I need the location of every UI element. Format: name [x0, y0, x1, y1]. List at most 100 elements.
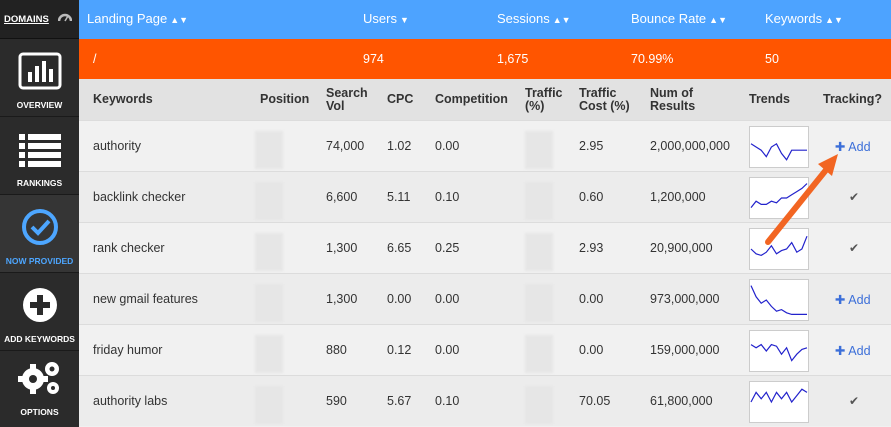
trend-line	[750, 142, 807, 161]
sidebar-item-add-keywords[interactable]: ADD KEYWORDS	[0, 273, 79, 351]
col-position[interactable]: Position	[260, 93, 309, 106]
keyword-text[interactable]: authority labs	[93, 394, 167, 408]
search-vol-value: 590	[326, 394, 347, 408]
num-results-value: 61,800,000	[650, 394, 713, 408]
position-value-blurred	[255, 335, 283, 373]
cpc-value: 5.67	[387, 394, 412, 408]
col-num-results[interactable]: Num of Results	[650, 87, 695, 113]
keyword-text[interactable]: backlink checker	[93, 190, 185, 204]
add-tracking-button[interactable]: ✚ Add	[835, 292, 871, 307]
search-vol-value: 880	[326, 343, 347, 357]
trend-line	[750, 343, 808, 362]
summary-sessions: 1,675	[497, 52, 529, 66]
sort-keywords[interactable]: Keywords ▲▼	[765, 11, 843, 26]
sidebar-item-overview[interactable]: OVERVIEW	[0, 39, 79, 117]
check-circle-icon	[21, 208, 59, 248]
dashboard-gauge-icon[interactable]	[57, 10, 73, 28]
header-label: Keywords	[765, 11, 823, 26]
table-row: authority 74,000 1.02 0.00 2.95 2,000,000,000…	[79, 120, 891, 171]
trend-line	[750, 285, 807, 316]
competition-value: 0.00	[435, 292, 460, 306]
sidebar: DOMAINS OVERVIEW RANKINGS NOW PROVIDED A…	[0, 0, 79, 427]
header-label: Landing Page	[87, 11, 168, 26]
sort-down-icon: ▼	[399, 15, 409, 25]
col-search-vol[interactable]: Search Vol	[326, 87, 368, 113]
table-row: authority labs 590 5.67 0.10 70.05 61,800,000…	[79, 375, 891, 426]
position-value-blurred	[255, 284, 283, 322]
landing-page-row[interactable]: / 974 1,675 70.99% 50	[79, 39, 891, 79]
traffic-cost-value: 2.95	[579, 139, 604, 153]
add-label: Add	[848, 140, 871, 154]
competition-value: 0.10	[435, 190, 460, 204]
add-tracking-button[interactable]: ✚ Add	[835, 343, 871, 358]
domains-link[interactable]: DOMAINS	[4, 14, 49, 25]
header-line: Vol	[326, 99, 345, 113]
traffic-cost-value: 0.00	[579, 343, 604, 357]
sort-both-icon: ▲▼	[709, 15, 727, 25]
header-label: Users	[363, 11, 397, 26]
col-trends: Trends	[749, 92, 790, 106]
trend-sparkline	[749, 177, 809, 219]
trend-sparkline	[749, 279, 809, 321]
num-results-value: 973,000,000	[650, 292, 720, 306]
plus-icon: ✚	[835, 293, 846, 307]
cpc-value: 5.11	[387, 190, 411, 204]
add-tracking-button[interactable]: ✚ Add	[835, 139, 871, 154]
sort-both-icon: ▲▼	[552, 15, 571, 25]
num-results-value: 2,000,000,000	[650, 139, 730, 153]
tracked-check-icon: ✔	[849, 394, 860, 408]
header-line: (%)	[525, 99, 545, 113]
header-line: Cost (%)	[579, 99, 630, 113]
sidebar-item-label: RANKINGS	[16, 178, 63, 188]
sort-bounce-rate[interactable]: Bounce Rate ▲▼	[631, 11, 727, 26]
trend-line	[750, 235, 808, 257]
traffic-value-blurred	[525, 386, 553, 424]
keyword-text[interactable]: rank checker	[93, 241, 165, 255]
traffic-value-blurred	[525, 233, 553, 271]
col-cpc[interactable]: CPC	[387, 93, 413, 106]
sidebar-item-options[interactable]: OPTIONS	[0, 351, 79, 423]
num-results-value: 159,000,000	[650, 343, 720, 357]
table-row: backlink checker 6,600 5.11 0.10 0.60 1,200,0…	[79, 171, 891, 222]
header-label: Sessions	[497, 11, 550, 26]
competition-value: 0.00	[435, 139, 460, 153]
trend-sparkline	[749, 126, 809, 168]
sort-users[interactable]: Users ▼	[363, 11, 409, 26]
competition-value: 0.10	[435, 394, 460, 408]
table-row: rank checker 1,300 6.65 0.25 2.93 20,900,000 ✔	[79, 222, 891, 273]
col-competition[interactable]: Competition	[435, 93, 508, 106]
add-label: Add	[848, 293, 871, 307]
plus-circle-icon	[21, 286, 59, 326]
trend-sparkline	[749, 381, 809, 423]
keyword-text[interactable]: friday humor	[93, 343, 162, 357]
traffic-cost-value: 0.00	[579, 292, 604, 306]
sidebar-item-label: NOW PROVIDED	[5, 256, 74, 266]
traffic-cost-value: 70.05	[579, 394, 611, 408]
col-keywords[interactable]: Keywords	[93, 93, 153, 106]
sidebar-item-rankings[interactable]: RANKINGS	[0, 117, 79, 195]
summary-keywords: 50	[765, 52, 779, 66]
plus-icon: ✚	[835, 140, 846, 154]
table-row: new gmail features 1,300 0.00 0.00 0.00 973,0…	[79, 273, 891, 324]
search-vol-value: 6,600	[326, 190, 358, 204]
keyword-text[interactable]: new gmail features	[93, 292, 198, 306]
trend-sparkline	[749, 330, 809, 372]
keyword-text[interactable]: authority	[93, 139, 141, 153]
sort-sessions[interactable]: Sessions ▲▼	[497, 11, 571, 26]
competition-value: 0.00	[435, 343, 460, 357]
sidebar-item-label: ADD KEYWORDS	[4, 334, 75, 344]
sort-landing-page[interactable]: Landing Page ▲▼	[87, 11, 188, 26]
col-traffic[interactable]: Traffic (%)	[525, 87, 563, 113]
domains-nav[interactable]: DOMAINS	[0, 0, 79, 39]
competition-value: 0.25	[435, 241, 460, 255]
col-tracking: Tracking?	[823, 92, 883, 106]
position-value-blurred	[255, 182, 283, 220]
tracked-check-icon: ✔	[849, 190, 860, 204]
summary-users: 974	[363, 52, 384, 66]
cpc-value: 0.00	[387, 292, 412, 306]
cpc-value: 0.12	[387, 343, 412, 357]
col-traffic-cost[interactable]: Traffic Cost (%)	[579, 87, 630, 113]
sidebar-item-now-provided[interactable]: NOW PROVIDED	[0, 195, 79, 273]
search-vol-value: 1,300	[326, 241, 358, 255]
search-vol-value: 74,000	[326, 139, 365, 153]
